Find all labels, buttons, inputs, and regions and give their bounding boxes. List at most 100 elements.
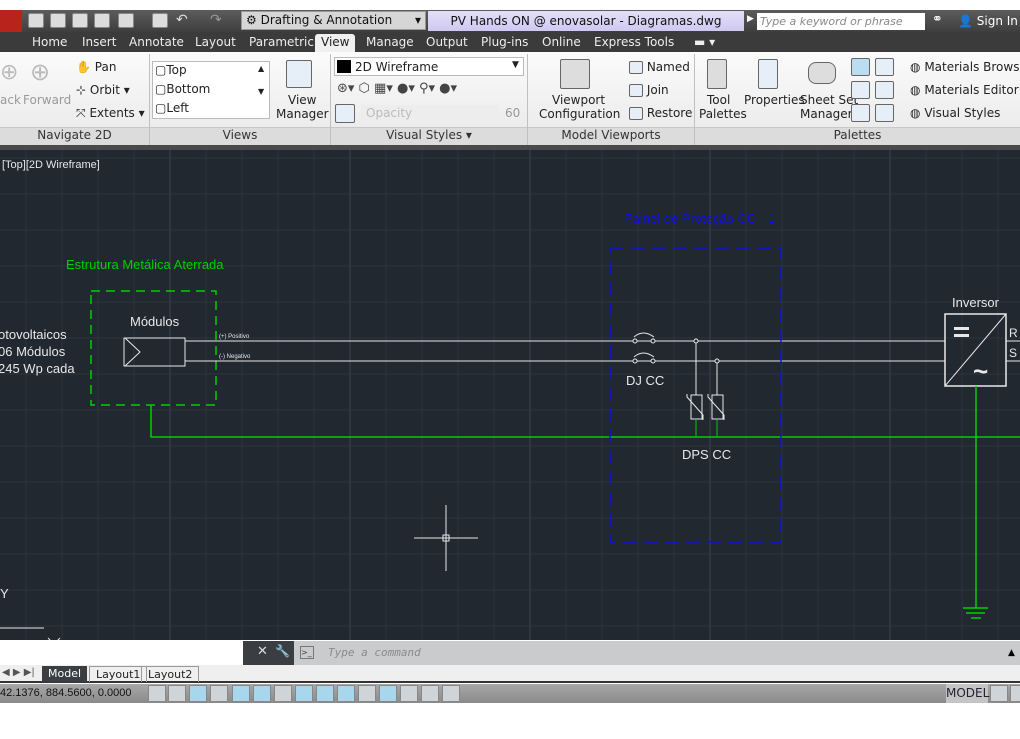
restore-viewports-button[interactable]: Restore (629, 106, 692, 120)
pv-arrow-icon (124, 337, 141, 367)
dynamic-ucs-icon[interactable] (316, 685, 334, 702)
info-palette-icon[interactable] (875, 104, 894, 122)
sheet-set-label-1[interactable]: Sheet Set (800, 93, 858, 107)
tab-navigation-icons[interactable]: ◀ ▶ ▶| (2, 667, 35, 678)
snap-mode-icon[interactable] (168, 685, 186, 702)
object-snap-tracking-icon[interactable] (295, 685, 313, 702)
visual-style-tools[interactable]: ⊛▾ ⬡ ▦▾ ●▾ ⚲▾ ●▾ (337, 81, 457, 96)
view-bottom[interactable]: ▢Bottom (155, 82, 210, 96)
command-line-handle[interactable]: ✕ 🔧 (243, 641, 294, 665)
annotation-monitor-icon[interactable] (442, 685, 460, 702)
wrench-icon[interactable]: 🔧 (275, 644, 290, 658)
save-icon[interactable] (72, 13, 88, 28)
tool-palettes-label-1[interactable]: Tool (707, 93, 730, 107)
materials-browser-button[interactable]: ◍ Materials Browser (910, 60, 1020, 74)
extents-button[interactable]: ⤧ Extents ▾ (76, 106, 145, 121)
join-viewports-button[interactable]: Join (629, 83, 669, 97)
tool-palettes-icon[interactable] (707, 59, 727, 89)
print-icon[interactable] (152, 13, 168, 28)
binoculars-icon[interactable]: ⚭ (932, 12, 943, 27)
viewport-config-label-1[interactable]: Viewport (552, 93, 605, 107)
properties-button[interactable]: Properties (744, 93, 805, 107)
ribbon-minimize-icon[interactable]: ▬ ▾ (688, 34, 721, 52)
quick-view-layouts-icon[interactable] (990, 685, 1008, 702)
redo-icon[interactable]: ↷ (210, 12, 222, 28)
dbconnect-icon[interactable] (851, 104, 870, 122)
command-line-toggle-icon[interactable] (851, 58, 870, 76)
visual-styles-manager-button[interactable]: ◍ Visual Styles (910, 106, 1000, 120)
drawing-canvas[interactable]: [Top][2D Wireframe] Estrutura Metálica A… (0, 150, 1020, 640)
view-manager-button-2[interactable]: Manager (276, 107, 329, 121)
properties-icon[interactable] (758, 59, 778, 89)
infer-constraints-icon[interactable] (148, 685, 166, 702)
sheet-set-icon[interactable] (808, 62, 836, 84)
pan-button[interactable]: ✋ Pan (76, 60, 116, 74)
xray-icon[interactable] (335, 104, 355, 123)
view-manager-icon[interactable] (286, 60, 312, 88)
polar-tracking-icon[interactable] (232, 685, 250, 702)
lineweight-icon[interactable] (358, 685, 376, 702)
forward-icon[interactable]: ⊕ (30, 58, 50, 86)
tab-express-tools[interactable]: Express Tools (588, 34, 680, 52)
tab-insert[interactable]: Insert (76, 34, 122, 52)
materials-editor-button[interactable]: ◍ Materials Editor (910, 83, 1019, 97)
close-icon[interactable]: ✕ (257, 644, 268, 659)
tab-manage[interactable]: Manage (360, 34, 420, 52)
object-snap-icon[interactable] (253, 685, 271, 702)
viewport-configuration-icon[interactable] (560, 59, 590, 89)
back-button[interactable]: ack (0, 93, 21, 107)
markup-icon[interactable] (851, 81, 870, 99)
tab-parametric[interactable]: Parametric (243, 34, 320, 52)
materials-browser-label: Materials Browser (924, 60, 1020, 74)
tab-home[interactable]: Home (26, 34, 73, 52)
view-left[interactable]: ▢Left (155, 101, 189, 115)
tool-palettes-label-2[interactable]: Palettes (699, 107, 747, 121)
pv-text-2: 06 Módulos (0, 344, 66, 359)
calculator-icon[interactable] (875, 81, 894, 99)
workspace-dropdown[interactable]: ⚙ Drafting & Annotation ▾ (241, 11, 426, 30)
chevron-up-icon[interactable]: ▲ (1008, 648, 1015, 658)
plot-preview-icon[interactable] (118, 13, 134, 28)
viewport-label[interactable]: [Top][2D Wireframe] (2, 159, 100, 171)
command-input[interactable]: Type a command (298, 643, 1020, 663)
tab-annotate[interactable]: Annotate (123, 34, 190, 52)
undo-icon[interactable]: ↶ (176, 12, 188, 28)
search-input[interactable]: Type a keyword or phrase (757, 13, 925, 30)
tab-layout[interactable]: Layout (189, 34, 242, 52)
scroll-up-icon[interactable]: ▲ (258, 64, 264, 73)
viewport-config-label-2[interactable]: Configuration (539, 107, 620, 121)
selection-cycling-icon[interactable] (421, 685, 439, 702)
tab-layout2[interactable]: Layout2 (141, 666, 200, 682)
quick-view-drawings-icon[interactable] (1010, 685, 1020, 702)
back-icon[interactable]: ⊕ (0, 60, 18, 85)
coordinates-readout[interactable]: 42.1376, 884.5600, 0.0000 (0, 684, 132, 703)
save-as-icon[interactable] (94, 13, 110, 28)
grid-display-icon[interactable] (189, 685, 207, 702)
quick-properties-icon[interactable] (400, 685, 418, 702)
view-top[interactable]: ▢Top (155, 63, 187, 77)
sign-in-button[interactable]: 👤 Sign In (958, 11, 1018, 31)
new-icon[interactable] (28, 13, 44, 28)
model-space-button[interactable]: MODEL (946, 684, 989, 703)
search-expand-icon[interactable]: ▶ (747, 14, 754, 24)
3d-object-snap-icon[interactable] (274, 685, 292, 702)
panel-label-visual-styles[interactable]: Visual Styles ▾ (331, 128, 527, 142)
orbit-button[interactable]: ⊹ Orbit ▾ (76, 83, 130, 97)
dynamic-input-icon[interactable] (337, 685, 355, 702)
design-center-icon[interactable] (875, 58, 894, 76)
tab-model[interactable]: Model (42, 666, 88, 682)
tab-output[interactable]: Output (420, 34, 474, 52)
scroll-down-icon[interactable]: ▼ (258, 87, 264, 96)
tab-online[interactable]: Online (536, 34, 587, 52)
sheet-set-label-2[interactable]: Manager (800, 107, 853, 121)
open-icon[interactable] (50, 13, 66, 28)
tab-layout1[interactable]: Layout1 (89, 666, 148, 682)
tab-plug-ins[interactable]: Plug-ins (475, 34, 534, 52)
ortho-mode-icon[interactable] (210, 685, 228, 702)
view-manager-button-1[interactable]: View (288, 93, 316, 107)
opacity-value[interactable]: 60 (505, 106, 520, 120)
transparency-icon[interactable] (379, 685, 397, 702)
forward-button[interactable]: Forward (23, 93, 71, 107)
tab-view[interactable]: View (315, 34, 356, 52)
named-viewports-button[interactable]: Named (629, 60, 690, 74)
